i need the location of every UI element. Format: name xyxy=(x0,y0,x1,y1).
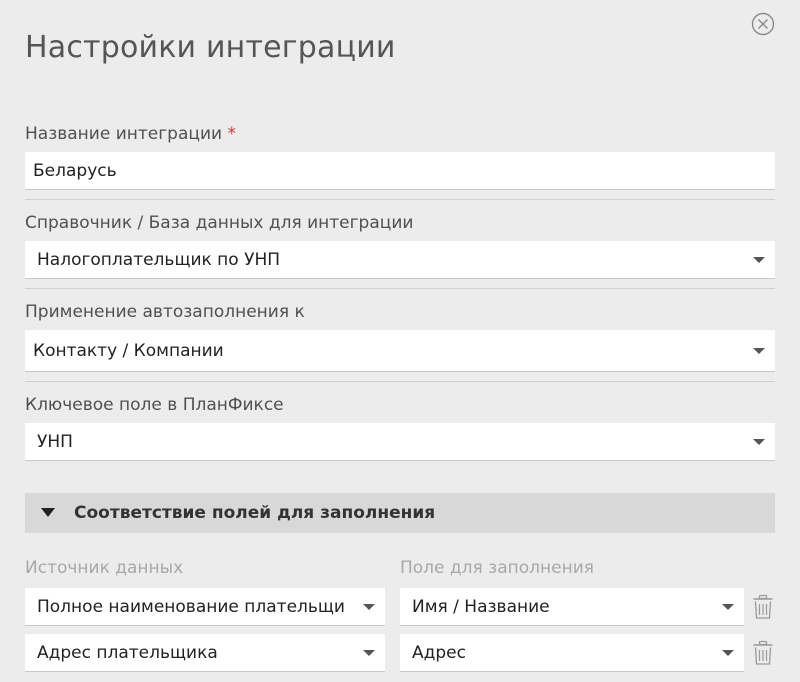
target-column-label: Поле для заполнения xyxy=(400,558,594,578)
caret-down-icon xyxy=(753,256,765,263)
trash-icon xyxy=(753,640,773,665)
autofill-target-label: Применение автозаполнения к xyxy=(25,302,305,322)
caret-down-icon xyxy=(753,438,765,445)
directory-label: Справочник / База данных для интеграции xyxy=(25,213,414,233)
dialog-title: Настройки интеграции xyxy=(25,30,396,65)
autofill-target-select-value: Контакту / Компании xyxy=(33,340,224,361)
required-mark: * xyxy=(227,124,236,144)
key-field-label: Ключевое поле в ПланФиксе xyxy=(25,395,284,415)
field-mapping-section-toggle[interactable]: Соответствие полей для заполнения xyxy=(25,493,775,533)
delete-row-button[interactable] xyxy=(752,640,774,666)
caret-down-icon xyxy=(363,603,375,610)
caret-down-icon xyxy=(753,347,765,354)
triangle-down-icon xyxy=(41,508,55,517)
source-field-select[interactable]: Адрес плательщика xyxy=(25,634,385,672)
close-circle-icon xyxy=(751,12,775,36)
autofill-target-select[interactable]: Контакту / Компании xyxy=(25,330,775,372)
caret-down-icon xyxy=(722,649,734,656)
caret-down-icon xyxy=(363,649,375,656)
target-field-select-value: Адрес xyxy=(412,642,466,663)
directory-select-value: Налогоплательщик по УНП xyxy=(37,249,281,270)
directory-select[interactable]: Налогоплательщик по УНП xyxy=(25,241,775,279)
integration-name-label-text: Название интеграции xyxy=(25,124,223,144)
source-field-select-value: Адрес плательщика xyxy=(37,642,218,663)
divider xyxy=(25,288,775,289)
target-field-select[interactable]: Имя / Название xyxy=(400,588,744,626)
integration-settings-dialog: Настройки интеграции Название интеграции… xyxy=(0,0,800,682)
trash-icon xyxy=(753,594,773,619)
key-field-select[interactable]: УНП xyxy=(25,423,775,461)
target-field-select[interactable]: Адрес xyxy=(400,634,744,672)
field-mapping-section-title: Соответствие полей для заполнения xyxy=(74,503,436,523)
caret-down-icon xyxy=(722,603,734,610)
integration-name-label: Название интеграции * xyxy=(25,124,236,144)
source-field-select-value: Полное наименование плательщи xyxy=(37,596,345,617)
divider xyxy=(25,381,775,382)
key-field-select-value: УНП xyxy=(37,431,73,452)
close-button[interactable] xyxy=(751,12,775,36)
integration-name-input[interactable] xyxy=(25,152,775,190)
source-column-label: Источник данных xyxy=(25,558,184,578)
delete-row-button[interactable] xyxy=(752,594,774,620)
target-field-select-value: Имя / Название xyxy=(412,596,550,617)
source-field-select[interactable]: Полное наименование плательщи xyxy=(25,588,385,626)
divider xyxy=(25,199,775,200)
